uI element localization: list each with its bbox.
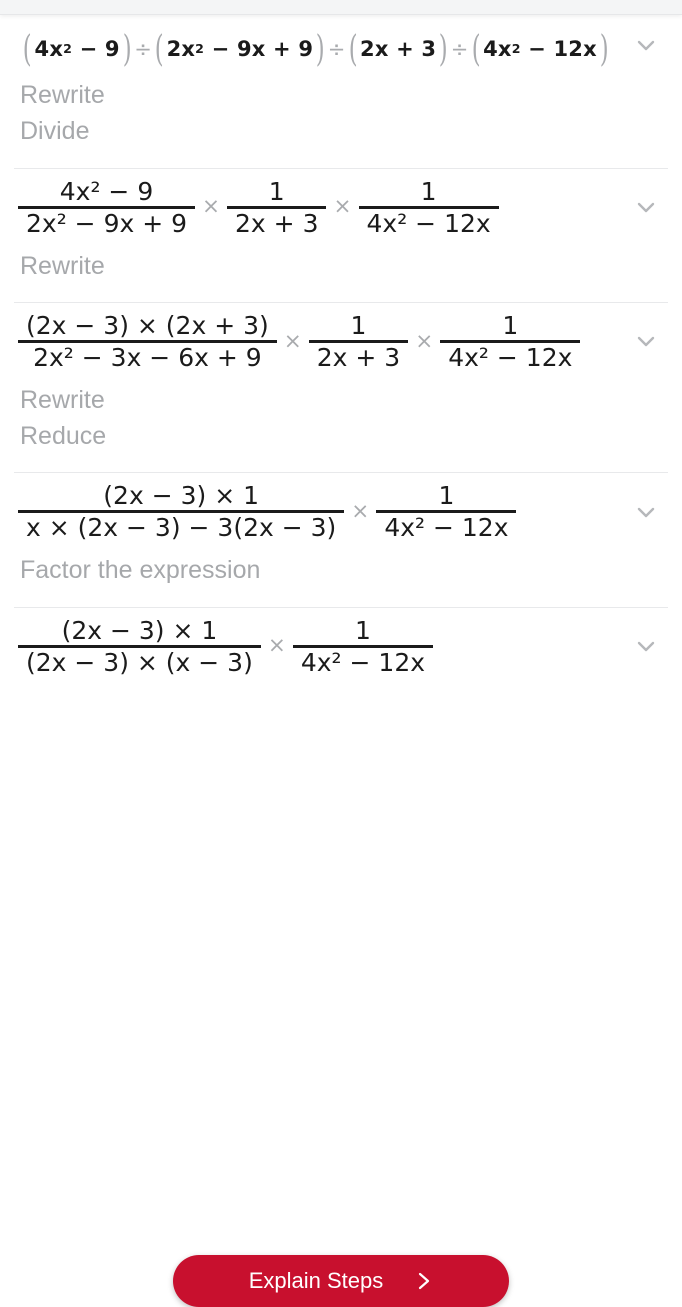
term: 2x + 3 xyxy=(360,36,437,61)
step-1-label-0: Rewrite xyxy=(20,81,105,109)
term: 4x xyxy=(483,36,512,61)
step-4-expression: (2x − 3) × 1 x × (2x − 3) − 3(2x − 3) × … xyxy=(14,473,624,550)
multiply-operator: × xyxy=(202,194,221,220)
step-2-expression-row: 4x² − 9 2x² − 9x + 9 × 1 2x + 3 × 1 4x² … xyxy=(14,169,668,246)
multiply-operator: × xyxy=(415,328,434,354)
multiply-operator: × xyxy=(283,328,302,354)
denominator: 2x + 3 xyxy=(235,208,319,238)
numerator: 1 xyxy=(268,176,285,206)
chevron-right-icon xyxy=(415,1268,433,1294)
step-5: (2x − 3) × 1 (2x − 3) × (x − 3) × 1 4x² … xyxy=(0,608,682,685)
paren-close: ) xyxy=(315,27,325,71)
numerator: 4x² − 9 xyxy=(59,176,154,206)
step-3-labels: Rewrite Reduce xyxy=(14,380,668,473)
numerator: (2x − 3) × (2x + 3) xyxy=(26,310,269,340)
step-1-labels: Rewrite Divide xyxy=(14,75,668,168)
step-3-expression: (2x − 3) × (2x + 3) 2x² − 3x − 6x + 9 × … xyxy=(14,303,624,380)
fraction: 1 4x² − 12x xyxy=(292,615,434,677)
step-5-expression: (2x − 3) × 1 (2x − 3) × (x − 3) × 1 4x² … xyxy=(14,608,624,685)
fraction: 4x² − 9 2x² − 9x + 9 xyxy=(18,176,196,238)
step-4-label-0: Factor the expression xyxy=(20,556,261,585)
bottom-cta-container: Explain Steps xyxy=(0,1225,682,1307)
denominator: 4x² − 12x xyxy=(366,208,491,238)
math-expression-original: (4x 2 − 9) ÷(2x 2 − 9x + 9) ÷(2x + 3) ÷(4x 2 −… xyxy=(22,27,609,71)
math-expression-factored: (2x − 3) × (2x + 3) 2x² − 3x − 6x + 9 × … xyxy=(14,303,581,380)
fraction: (2x − 3) × (2x + 3) 2x² − 3x − 6x + 9 xyxy=(18,311,277,372)
numerator: 1 xyxy=(420,176,437,206)
numerator: (2x − 3) × 1 xyxy=(61,615,218,645)
fraction: 1 4x² − 12x xyxy=(376,481,517,543)
step-4-expression-row: (2x − 3) × 1 x × (2x − 3) − 3(2x − 3) × … xyxy=(14,473,668,550)
fraction: 1 4x² − 12x xyxy=(358,176,499,238)
solution-steps-list: (4x 2 − 9) ÷(2x 2 − 9x + 9) ÷(2x + 3) ÷(4x 2 −… xyxy=(0,15,682,685)
divide-operator: ÷ xyxy=(327,36,346,61)
step-4-expand-chevron-down-icon[interactable] xyxy=(624,490,668,534)
denominator: x × (2x − 3) − 3(2x − 3) xyxy=(26,513,337,543)
browser-chrome-strip xyxy=(0,0,682,15)
fraction: 1 2x + 3 xyxy=(308,310,409,372)
step-4: (2x − 3) × 1 x × (2x − 3) − 3(2x − 3) × … xyxy=(0,473,682,606)
explain-steps-label: Explain Steps xyxy=(248,1268,384,1293)
multiply-operator: × xyxy=(333,194,352,220)
denominator: 4x² − 12x xyxy=(448,342,573,372)
fraction: (2x − 3) × 1 (2x − 3) × (x − 3) xyxy=(18,616,261,677)
step-1: (4x 2 − 9) ÷(2x 2 − 9x + 9) ÷(2x + 3) ÷(4x 2 −… xyxy=(0,15,682,168)
step-3-expand-chevron-down-icon[interactable] xyxy=(624,319,668,363)
term: − 9x + 9 xyxy=(211,36,314,61)
step-3-label-0: Rewrite xyxy=(20,385,105,414)
multiply-operator: × xyxy=(351,499,370,524)
step-5-expand-chevron-down-icon[interactable] xyxy=(624,624,668,668)
numerator: (2x − 3) × 1 xyxy=(103,481,259,511)
divide-operator: ÷ xyxy=(134,36,153,61)
paren-close: ) xyxy=(122,27,132,71)
term: 2x xyxy=(166,36,196,61)
fraction: 1 2x + 3 xyxy=(227,176,327,238)
step-3-expression-row: (2x − 3) × (2x + 3) 2x² − 3x − 6x + 9 × … xyxy=(14,303,668,380)
fraction: 1 4x² − 12x xyxy=(440,310,581,372)
math-expression-rewritten: 4x² − 9 2x² − 9x + 9 × 1 2x + 3 × 1 4x² … xyxy=(14,169,499,246)
step-1-expression-row: (4x 2 − 9) ÷(2x 2 − 9x + 9) ÷(2x + 3) ÷(4x 2 −… xyxy=(14,15,668,75)
step-2-labels: Rewrite xyxy=(14,246,668,302)
denominator: 2x + 3 xyxy=(316,342,401,372)
numerator: 1 xyxy=(502,310,519,340)
denominator: (2x − 3) × (x − 3) xyxy=(26,647,253,677)
step-1-expand-chevron-down-icon[interactable] xyxy=(624,23,668,67)
step-1-expression: (4x 2 − 9) ÷(2x 2 − 9x + 9) ÷(2x + 3) ÷(4x 2 −… xyxy=(14,17,624,73)
denominator: 2x² − 3x − 6x + 9 xyxy=(33,342,262,372)
math-expression-final: (2x − 3) × 1 (2x − 3) × (x − 3) × 1 4x² … xyxy=(14,608,434,685)
denominator: 4x² − 12x xyxy=(300,647,426,677)
numerator: 1 xyxy=(350,310,367,340)
step-2-label-0: Rewrite xyxy=(20,251,105,280)
term: − 9 xyxy=(79,36,120,61)
paren-close: ) xyxy=(599,27,609,71)
multiply-operator: × xyxy=(267,633,286,659)
step-2-expand-chevron-down-icon[interactable] xyxy=(624,185,668,229)
numerator: 1 xyxy=(438,481,455,511)
explain-steps-button[interactable]: Explain Steps xyxy=(173,1255,509,1307)
divide-operator: ÷ xyxy=(450,36,469,61)
numerator: 1 xyxy=(354,615,371,645)
step-4-labels: Factor the expression xyxy=(14,550,668,606)
term: 4x xyxy=(34,36,64,61)
term: − 12x xyxy=(528,36,597,61)
math-expression-reduced: (2x − 3) × 1 x × (2x − 3) − 3(2x − 3) × … xyxy=(14,473,517,550)
paren-open: ( xyxy=(471,27,481,71)
paren-open: ( xyxy=(22,27,32,71)
paren-open: ( xyxy=(348,27,358,71)
paren-close: ) xyxy=(438,27,449,71)
denominator: 4x² − 12x xyxy=(384,513,509,543)
step-5-expression-row: (2x − 3) × 1 (2x − 3) × (x − 3) × 1 4x² … xyxy=(14,608,668,685)
paren-open: ( xyxy=(154,27,164,71)
denominator: 2x² − 9x + 9 xyxy=(26,208,188,238)
fraction: (2x − 3) × 1 x × (2x − 3) − 3(2x − 3) xyxy=(18,481,345,543)
step-3-label-1: Reduce xyxy=(20,422,107,450)
step-1-label-1: Divide xyxy=(20,117,90,146)
step-2-expression: 4x² − 9 2x² − 9x + 9 × 1 2x + 3 × 1 4x² … xyxy=(14,169,624,246)
step-3: (2x − 3) × (2x + 3) 2x² − 3x − 6x + 9 × … xyxy=(0,303,682,473)
step-2: 4x² − 9 2x² − 9x + 9 × 1 2x + 3 × 1 4x² … xyxy=(0,169,682,302)
